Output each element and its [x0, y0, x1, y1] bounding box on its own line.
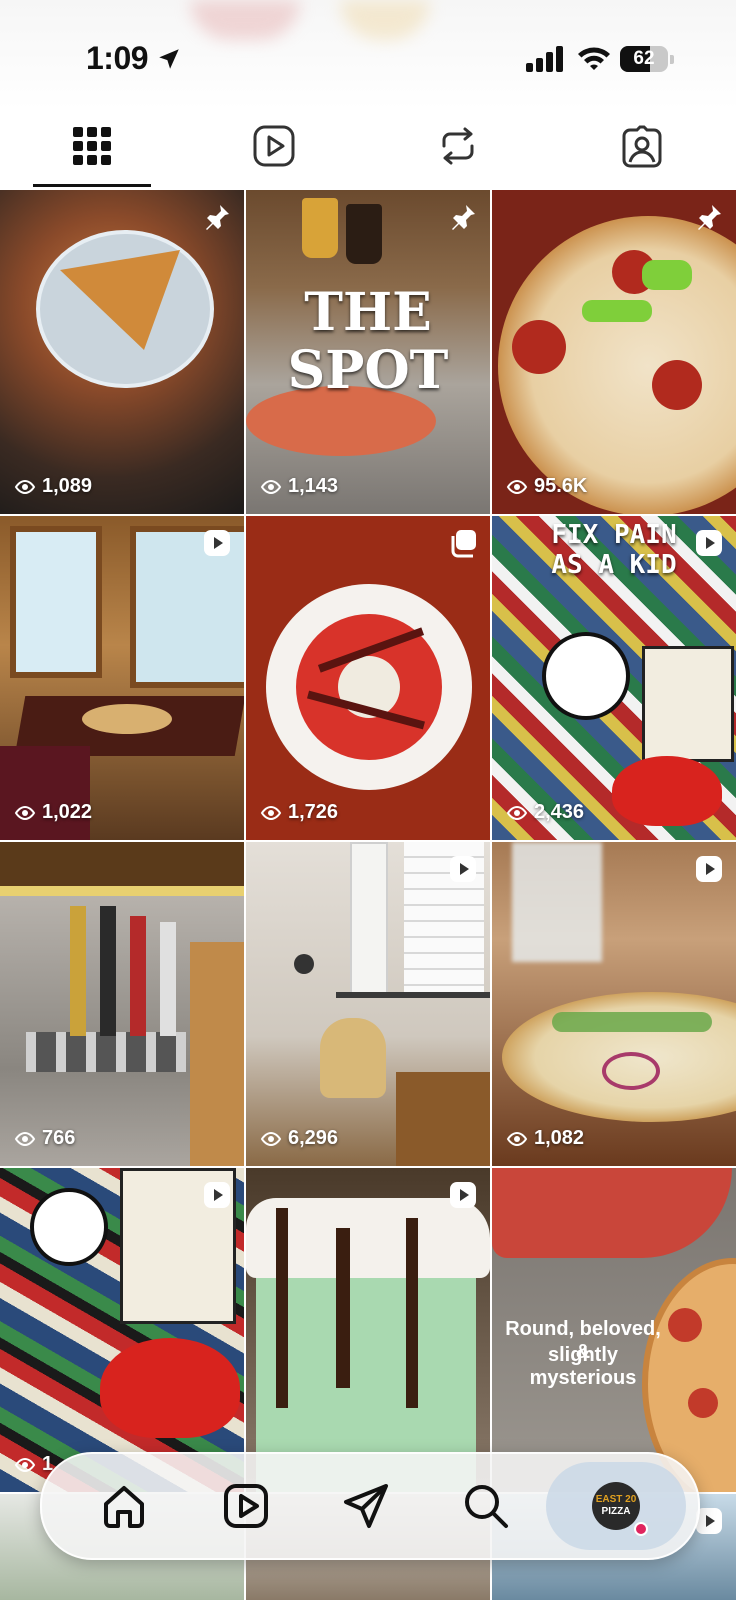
pin-icon	[698, 205, 721, 230]
tab-reposts[interactable]	[398, 124, 518, 186]
view-count: 95.6K	[506, 475, 587, 498]
eye-icon	[260, 1131, 282, 1146]
tab-reels[interactable]	[214, 124, 334, 186]
tagged-icon	[622, 125, 662, 168]
nav-profile[interactable]: EAST 20 PIZZA	[546, 1462, 686, 1550]
post-tile[interactable]: 95.6K	[492, 190, 736, 514]
bottom-navigation: EAST 20 PIZZA	[40, 1452, 700, 1560]
post-tile[interactable]: FIX PAIN AS A KID 2,436	[492, 516, 736, 840]
post-caption-line-2: slightly mysterious	[529, 1344, 637, 1389]
messages-icon	[344, 1484, 388, 1528]
reel-icon	[204, 530, 230, 556]
avatar: EAST 20 PIZZA	[592, 1482, 640, 1530]
reels-icon	[253, 125, 295, 167]
eye-icon	[14, 479, 36, 494]
eye-icon	[14, 805, 36, 820]
view-count: 1,726	[260, 801, 338, 824]
carousel-icon	[451, 530, 476, 558]
grid-icon	[73, 127, 111, 165]
location-arrow-icon	[159, 49, 179, 69]
view-count: 766	[14, 1127, 75, 1150]
search-icon	[465, 1485, 508, 1528]
view-count-text: 2,436	[534, 801, 585, 823]
cellular-signal-icon	[526, 46, 563, 72]
reel-icon	[450, 856, 476, 882]
battery-indicator: 62	[620, 46, 668, 72]
view-count-text: 1,726	[288, 801, 339, 823]
post-tile[interactable]	[246, 1168, 490, 1492]
view-count: 6,296	[260, 1127, 338, 1150]
view-count: 1,089	[14, 475, 92, 498]
nav-search[interactable]	[460, 1480, 512, 1532]
view-count-text: 766	[42, 1127, 76, 1149]
home-icon	[104, 1486, 144, 1528]
tab-tagged[interactable]	[582, 124, 702, 186]
clock: 1:09	[86, 40, 149, 76]
eye-icon	[506, 1131, 528, 1146]
post-tile[interactable]: 1,022	[0, 516, 244, 840]
eye-icon	[260, 479, 282, 494]
reels-icon	[224, 1484, 268, 1528]
battery-percentage: 62	[633, 48, 655, 69]
tab-posts[interactable]	[32, 124, 152, 186]
post-tile[interactable]: 1,089	[0, 190, 244, 514]
eye-icon	[14, 1131, 36, 1146]
post-tile[interactable]: THE SPOT 1,143	[246, 190, 490, 514]
post-tile[interactable]: 1	[0, 1168, 244, 1492]
battery-tip	[670, 55, 674, 64]
view-count-text: 1,143	[288, 475, 339, 497]
view-count-text: 1,089	[42, 475, 93, 497]
post-tile[interactable]: 766	[0, 842, 244, 1166]
view-count: 1	[14, 1453, 53, 1476]
view-count-text: 1,082	[534, 1127, 585, 1149]
profile-tabs	[0, 110, 736, 188]
post-overlay-text-line-1: THE	[304, 282, 432, 343]
view-count: 1,143	[260, 475, 338, 498]
active-tab-indicator	[33, 184, 151, 187]
repost-icon	[442, 127, 474, 165]
status-bar: 1:09 62	[0, 0, 736, 110]
reel-icon	[204, 1182, 230, 1208]
avatar-text-line-2: PIZZA	[601, 1506, 631, 1517]
reel-icon	[696, 856, 722, 882]
view-count: 1,082	[506, 1127, 584, 1150]
nav-reels[interactable]	[220, 1480, 272, 1532]
eye-icon	[14, 1457, 36, 1472]
eye-icon	[506, 479, 528, 494]
avatar-text-line-1: EAST 20	[595, 1494, 637, 1505]
view-count-text: 95.6K	[534, 475, 588, 497]
post-tile[interactable]: Round, beloved, & slightly mysterious	[492, 1168, 736, 1492]
blurred-highlight	[340, 0, 430, 40]
post-overlay-text-line-2: SPOT	[287, 340, 449, 401]
post-tile[interactable]: 1,082	[492, 842, 736, 1166]
post-tile[interactable]: 6,296	[246, 842, 490, 1166]
nav-messages[interactable]	[340, 1480, 392, 1532]
pin-icon	[452, 205, 475, 230]
eye-icon	[260, 805, 282, 820]
view-count: 2,436	[506, 801, 584, 824]
view-count: 1,022	[14, 801, 92, 824]
view-count-text: 6,296	[288, 1127, 339, 1149]
notification-dot	[634, 1522, 648, 1536]
view-count-text: 1,022	[42, 801, 93, 823]
eye-icon	[506, 805, 528, 820]
nav-home[interactable]	[98, 1480, 150, 1532]
reel-icon	[696, 530, 722, 556]
blurred-highlight	[190, 0, 300, 40]
reel-icon	[450, 1182, 476, 1208]
wifi-icon	[578, 47, 610, 70]
pin-icon	[206, 205, 229, 230]
post-tile[interactable]: 1,726	[246, 516, 490, 840]
